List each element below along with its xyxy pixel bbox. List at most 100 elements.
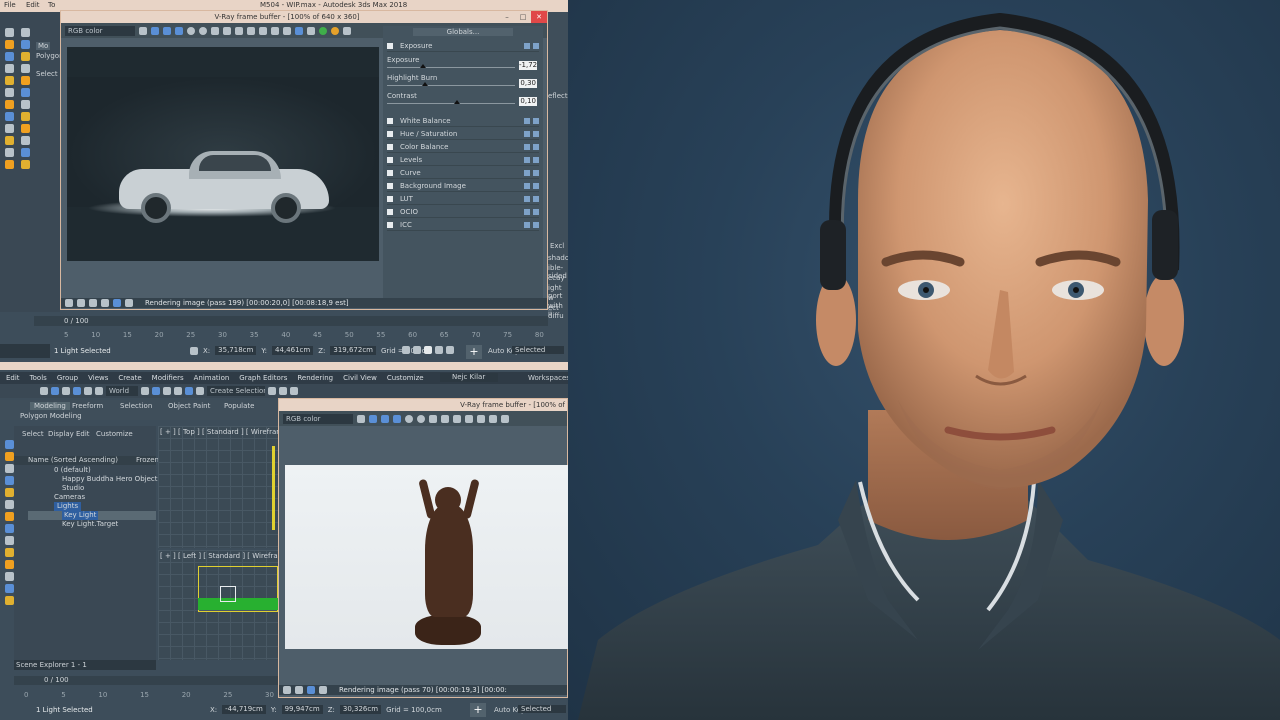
layer-background-image[interactable]: Background Image <box>387 180 539 192</box>
layer-menu-icon[interactable] <box>533 169 539 176</box>
layer-checkbox[interactable] <box>387 182 393 189</box>
modifier-icon[interactable] <box>4 100 14 109</box>
filter-icon[interactable] <box>20 64 30 73</box>
layer-menu-icon[interactable] <box>533 221 539 228</box>
select-icon[interactable] <box>4 440 14 449</box>
tree-row-key-light-target[interactable]: Key Light.Target <box>62 520 118 529</box>
status-icon-6[interactable] <box>125 299 133 307</box>
align-icon[interactable] <box>279 387 287 395</box>
alpha-icon[interactable] <box>405 414 413 423</box>
edit-named-sel-icon[interactable] <box>196 387 204 395</box>
layers-icon[interactable] <box>4 476 14 485</box>
menu-views[interactable]: Views <box>88 374 108 382</box>
z-field[interactable]: 30,326cm <box>339 705 382 714</box>
viewport-top-label[interactable]: [ + ] [ Top ] [ Standard ] [ Wireframe ] <box>160 428 292 436</box>
green-channel-icon[interactable] <box>163 26 171 35</box>
denoise-icon[interactable] <box>307 26 315 35</box>
vfb-settings-icon[interactable] <box>343 26 351 35</box>
layer-checkbox[interactable] <box>387 195 393 202</box>
filter-icon[interactable] <box>4 584 14 593</box>
top-maxscript-listener[interactable] <box>0 344 50 358</box>
layer-checkbox[interactable] <box>387 156 393 163</box>
tree-row-key-light[interactable]: Key Light <box>62 511 99 520</box>
tree-row-lights[interactable]: Lights <box>54 502 82 511</box>
slider-contrast-handle[interactable] <box>454 100 461 104</box>
history-icon[interactable] <box>465 414 473 423</box>
viewport-top[interactable]: [ + ] [ Top ] [ Standard ] [ Wireframe ] <box>158 426 292 548</box>
save-icon[interactable] <box>211 26 219 35</box>
bind-icon[interactable] <box>20 52 30 61</box>
tree-row-cameras[interactable]: Cameras <box>54 493 85 502</box>
tree-row-studio[interactable]: Studio <box>62 484 84 493</box>
layer-menu-icon[interactable] <box>533 195 539 202</box>
hierarchy-icon[interactable] <box>4 524 14 533</box>
ribbon-tab-modeling[interactable]: Mo <box>36 42 51 50</box>
display-icon[interactable] <box>4 148 14 157</box>
camera-icon[interactable] <box>4 88 14 97</box>
menu-rendering[interactable]: Rendering <box>297 374 333 382</box>
link-icon[interactable] <box>40 387 48 395</box>
y-field[interactable]: 99,947cm <box>281 705 323 714</box>
light-icon[interactable] <box>4 76 14 85</box>
move-icon[interactable] <box>4 464 14 473</box>
follow-mouse-icon[interactable] <box>489 414 497 423</box>
alpha-icon[interactable] <box>187 26 195 35</box>
blue-channel-icon[interactable] <box>175 26 183 35</box>
layer-toggle-icon[interactable] <box>524 42 530 49</box>
layer-checkbox[interactable] <box>387 143 393 150</box>
globals-button[interactable]: Globals... <box>413 28 513 36</box>
ribbon-tab-freeform[interactable]: Freeform <box>72 402 103 410</box>
slider-exposure-value[interactable]: -1,72 <box>519 61 537 70</box>
layer-ocio[interactable]: OCIO <box>387 206 539 218</box>
slider-highlight-burn-track[interactable] <box>387 85 515 86</box>
stop-render-icon[interactable] <box>331 26 339 35</box>
light-icon[interactable] <box>4 488 14 497</box>
percent-snap-icon[interactable] <box>174 387 182 395</box>
layer-checkbox[interactable] <box>387 221 393 228</box>
move-icon[interactable] <box>4 64 14 73</box>
slider-exposure-handle[interactable] <box>419 64 426 68</box>
x-field[interactable]: 35,718cm <box>215 346 257 355</box>
menu-group[interactable]: Group <box>57 374 78 382</box>
play-icon[interactable] <box>424 346 432 354</box>
layer-color-balance[interactable]: Color Balance <box>387 141 539 153</box>
blue-channel-icon[interactable] <box>393 414 401 423</box>
clear-icon[interactable] <box>235 26 243 35</box>
explorer-menu-display[interactable]: Display <box>48 430 74 438</box>
slider-contrast-track[interactable] <box>387 103 515 104</box>
move-icon[interactable] <box>73 387 81 395</box>
bottom-add-time-tag-icon[interactable]: + <box>470 703 486 717</box>
pivot-icon[interactable] <box>141 387 149 395</box>
y-field[interactable]: 44,461cm <box>272 346 314 355</box>
lock-icon[interactable] <box>190 346 198 355</box>
add-time-tag-icon[interactable]: + <box>466 345 482 359</box>
status-icon-1[interactable] <box>65 299 73 307</box>
ribbon-tab-object-paint[interactable]: Object Paint <box>168 402 210 410</box>
select-icon[interactable] <box>4 52 14 61</box>
redo-icon[interactable] <box>20 28 30 37</box>
menu-civil-view[interactable]: Civil View <box>343 374 377 382</box>
link-icon[interactable] <box>20 40 30 49</box>
select-object-icon[interactable] <box>51 387 59 395</box>
layer-white-balance[interactable]: White Balance <box>387 115 539 127</box>
layer-explorer-icon[interactable] <box>290 387 298 395</box>
slider-highlight-burn[interactable]: Highlight Burn 0,30 <box>387 74 539 90</box>
layer-lut[interactable]: LUT <box>387 193 539 205</box>
red-channel-icon[interactable] <box>151 26 159 35</box>
status-icon-2[interactable] <box>77 299 85 307</box>
undo-icon[interactable] <box>4 28 14 37</box>
scale-icon[interactable] <box>20 88 30 97</box>
green-channel-icon[interactable] <box>381 414 389 423</box>
layer-toggle-icon[interactable] <box>524 169 530 176</box>
snap-icon[interactable] <box>152 387 160 395</box>
hierarchy-icon[interactable] <box>4 112 14 121</box>
layer-menu-icon[interactable] <box>533 143 539 150</box>
layer-toggle-icon[interactable] <box>524 221 530 228</box>
ribbon-tab-selection[interactable]: Selection <box>120 402 152 410</box>
explorer-menu-edit[interactable]: Edit <box>76 430 90 438</box>
channel-picker-icon[interactable] <box>139 26 147 35</box>
layer-checkbox[interactable] <box>387 169 393 176</box>
status-icon-4[interactable] <box>319 686 327 694</box>
max-menu-edit[interactable]: Edit <box>26 1 40 9</box>
layer-checkbox[interactable] <box>387 130 393 137</box>
